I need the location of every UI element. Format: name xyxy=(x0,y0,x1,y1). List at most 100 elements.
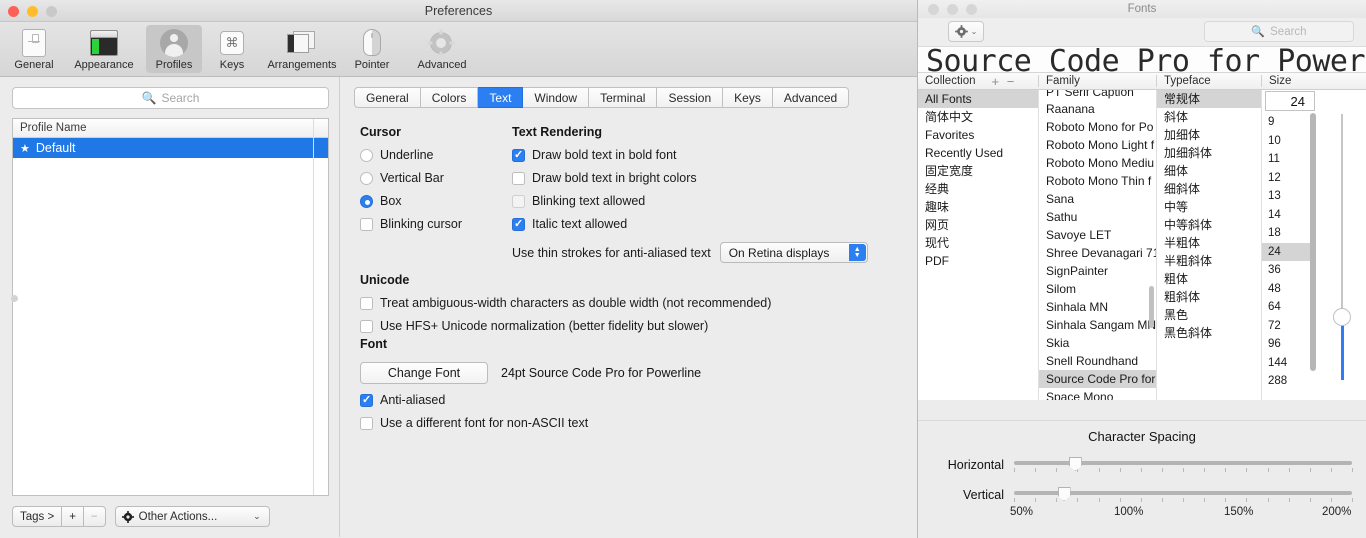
list-item[interactable]: 中等斜体 xyxy=(1157,216,1261,234)
toolbar-item-advanced[interactable]: Advanced xyxy=(402,25,482,73)
list-item[interactable]: 经典 xyxy=(918,180,1038,198)
list-item[interactable]: 固定宽度 xyxy=(918,162,1038,180)
list-item[interactable]: Roboto Mono Mediu xyxy=(1039,154,1156,172)
add-remove-collection-icon[interactable]: + − xyxy=(992,74,1017,89)
typeface-list[interactable]: 常规体 斜体 加细体 加细斜体 细体 细斜体 中等 中等斜体 半粗体 半粗斜体 … xyxy=(1156,90,1261,400)
list-item[interactable]: Sinhala MN xyxy=(1039,298,1156,316)
list-item[interactable]: 72 xyxy=(1262,317,1314,336)
close-button[interactable] xyxy=(8,6,19,17)
fonts-zoom-button[interactable] xyxy=(966,4,977,15)
collection-list[interactable]: All Fonts 简体中文 Favorites Recently Used 固… xyxy=(918,90,1038,400)
list-item[interactable]: Sana xyxy=(1039,190,1156,208)
checkbox-hfs-normalization[interactable] xyxy=(360,319,373,333)
thin-strokes-select[interactable]: On Retina displays ▲ ▼ xyxy=(719,242,868,263)
list-item[interactable]: 趣味 xyxy=(918,198,1038,216)
profiles-table[interactable]: Profile Name ★ Default xyxy=(12,118,329,496)
list-item[interactable]: 简体中文 xyxy=(918,108,1038,126)
pane-resize-handle[interactable] xyxy=(11,295,18,302)
minimize-button[interactable] xyxy=(27,6,38,17)
tags-button[interactable]: Tags > xyxy=(12,506,63,527)
option-non-ascii-font[interactable]: Use a different font for non-ASCII text xyxy=(360,416,920,430)
add-profile-button[interactable]: + xyxy=(62,506,84,527)
radio-underline[interactable] xyxy=(360,148,373,162)
cursor-option-vertical-bar[interactable]: Vertical Bar xyxy=(360,171,520,185)
size-list-scrollbar[interactable] xyxy=(1310,113,1316,371)
toolbar-item-profiles[interactable]: Profiles xyxy=(146,25,202,73)
list-item[interactable]: Favorites xyxy=(918,126,1038,144)
vertical-slider[interactable] xyxy=(1014,486,1353,504)
toolbar-item-general[interactable]: General xyxy=(6,25,62,73)
list-item[interactable]: 144 xyxy=(1262,354,1314,373)
list-item[interactable]: Raanana xyxy=(1039,100,1156,118)
option-draw-bold-bold-font[interactable]: Draw bold text in bold font xyxy=(512,148,932,162)
checkbox-italic-text-allowed[interactable] xyxy=(512,217,525,231)
option-italic-text-allowed[interactable]: Italic text allowed xyxy=(512,217,932,231)
list-item[interactable]: 13 xyxy=(1262,187,1314,206)
list-item[interactable]: 细斜体 xyxy=(1157,180,1261,198)
tab-text[interactable]: Text xyxy=(478,87,524,108)
toolbar-item-pointer[interactable]: Pointer xyxy=(344,25,400,73)
list-item[interactable]: Roboto Mono for Po xyxy=(1039,118,1156,136)
list-item[interactable]: 粗体 xyxy=(1157,270,1261,288)
checkbox-draw-bold-bright-colors[interactable] xyxy=(512,171,525,185)
list-item[interactable]: Sathu xyxy=(1039,208,1156,226)
size-slider-knob[interactable] xyxy=(1333,308,1351,326)
list-item[interactable]: 96 xyxy=(1262,335,1314,354)
checkbox-anti-aliased[interactable] xyxy=(360,393,373,407)
list-item[interactable]: 斜体 xyxy=(1157,108,1261,126)
list-item-selected-family[interactable]: Source Code Pro for xyxy=(1039,370,1156,388)
fonts-close-button[interactable] xyxy=(928,4,939,15)
option-draw-bold-bright-colors[interactable]: Draw bold text in bright colors xyxy=(512,171,932,185)
list-item[interactable]: 11 xyxy=(1262,150,1314,169)
fonts-minimize-button[interactable] xyxy=(947,4,958,15)
size-list[interactable]: 9 10 11 12 13 14 18 24 36 48 64 72 96 14… xyxy=(1262,113,1314,391)
list-item[interactable]: 粗斜体 xyxy=(1157,288,1261,306)
cursor-option-blinking-cursor[interactable]: Blinking cursor xyxy=(360,217,520,231)
preferences-toolbar[interactable]: General Appearance Profiles ⌘ Keys Arran… xyxy=(0,22,917,77)
tab-session[interactable]: Session xyxy=(657,87,724,108)
checkbox-blinking-cursor[interactable] xyxy=(360,217,373,231)
list-item[interactable]: Savoye LET xyxy=(1039,226,1156,244)
option-blinking-text-allowed[interactable]: Blinking text allowed xyxy=(512,194,932,208)
radio-box[interactable] xyxy=(360,194,373,208)
checkbox-draw-bold-bold-font[interactable] xyxy=(512,148,525,162)
zoom-button[interactable] xyxy=(46,6,57,17)
search-input[interactable]: 🔍 Search xyxy=(12,87,329,109)
list-item[interactable]: Space Mono xyxy=(1039,388,1156,400)
list-item[interactable]: Recently Used xyxy=(918,144,1038,162)
option-anti-aliased[interactable]: Anti-aliased xyxy=(360,393,920,407)
list-item[interactable]: 半粗体 xyxy=(1157,234,1261,252)
list-item[interactable]: All Fonts xyxy=(918,90,1038,108)
radio-vertical-bar[interactable] xyxy=(360,171,373,185)
list-item[interactable]: 网页 xyxy=(918,216,1038,234)
horizontal-slider[interactable] xyxy=(1014,456,1353,474)
window-controls[interactable] xyxy=(8,6,57,17)
checkbox-blinking-text-allowed[interactable] xyxy=(512,194,525,208)
tab-general[interactable]: General xyxy=(354,87,421,108)
tab-keys[interactable]: Keys xyxy=(723,87,773,108)
list-item[interactable]: Snell Roundhand xyxy=(1039,352,1156,370)
list-item[interactable]: 黑色斜体 xyxy=(1157,324,1261,342)
cursor-option-box[interactable]: Box xyxy=(360,194,520,208)
other-actions-button[interactable]: Other Actions... ⌄ xyxy=(114,506,270,527)
list-item[interactable]: 48 xyxy=(1262,280,1314,299)
checkbox-ambiguous-width[interactable] xyxy=(360,296,373,310)
table-row[interactable]: ★ Default xyxy=(13,138,328,158)
list-item-selected-typeface[interactable]: 常规体 xyxy=(1157,90,1261,108)
tab-colors[interactable]: Colors xyxy=(420,87,479,108)
toolbar-item-keys[interactable]: ⌘ Keys xyxy=(204,25,260,73)
list-item[interactable]: 18 xyxy=(1262,224,1314,243)
size-input[interactable]: 24 xyxy=(1265,91,1315,111)
list-item[interactable]: 64 xyxy=(1262,298,1314,317)
list-item[interactable]: 14 xyxy=(1262,206,1314,225)
fonts-action-button[interactable]: ⌄ xyxy=(948,21,984,42)
toolbar-item-arrangements[interactable]: Arrangements xyxy=(262,25,342,73)
size-slider[interactable] xyxy=(1318,90,1366,400)
fonts-window-controls[interactable] xyxy=(928,4,977,15)
family-list[interactable]: PT Serif Caption Raanana Roboto Mono for… xyxy=(1038,90,1156,400)
list-item[interactable]: 中等 xyxy=(1157,198,1261,216)
list-item[interactable]: Silom xyxy=(1039,280,1156,298)
tab-terminal[interactable]: Terminal xyxy=(589,87,658,108)
list-item[interactable]: PT Serif Caption xyxy=(1039,90,1156,100)
list-item[interactable]: Sinhala Sangam MN xyxy=(1039,316,1156,334)
